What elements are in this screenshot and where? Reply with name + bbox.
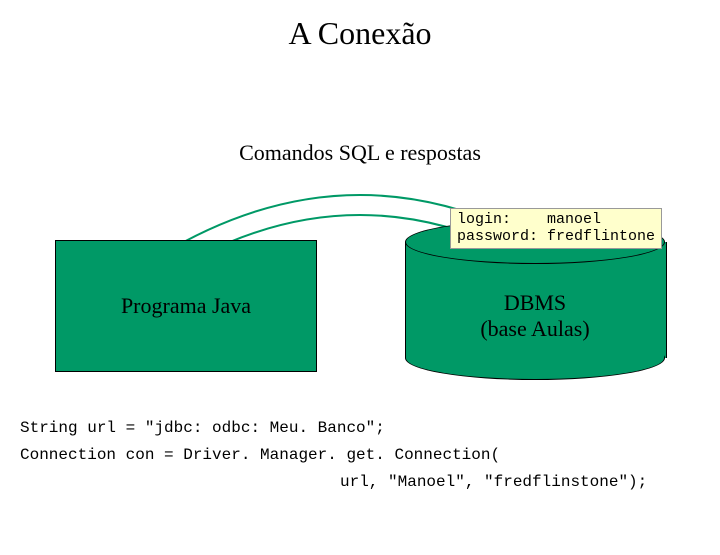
password-label: password: (457, 228, 538, 245)
dbms-label-line2: (base Aulas) (405, 316, 665, 342)
credentials-box: login: manoel password: fredflintone (450, 208, 662, 249)
java-program-box: Programa Java (55, 240, 317, 372)
login-label: login: (457, 211, 511, 228)
code-line-2: Connection con = Driver. Manager. get. C… (20, 442, 500, 469)
password-value: fredflintone (547, 228, 655, 245)
code-block: String url = "jdbc: odbc: Meu. Banco"; C… (20, 415, 500, 469)
arc-label: Comandos SQL e respostas (0, 140, 720, 166)
login-value: manoel (547, 211, 601, 228)
code-line-1: String url = "jdbc: odbc: Meu. Banco"; (20, 415, 500, 442)
code-line-3: url, "Manoel", "fredflinstone"); (340, 473, 647, 491)
page-title: A Conexão (0, 15, 720, 52)
dbms-label-line1: DBMS (405, 290, 665, 316)
java-program-label: Programa Java (121, 293, 251, 319)
